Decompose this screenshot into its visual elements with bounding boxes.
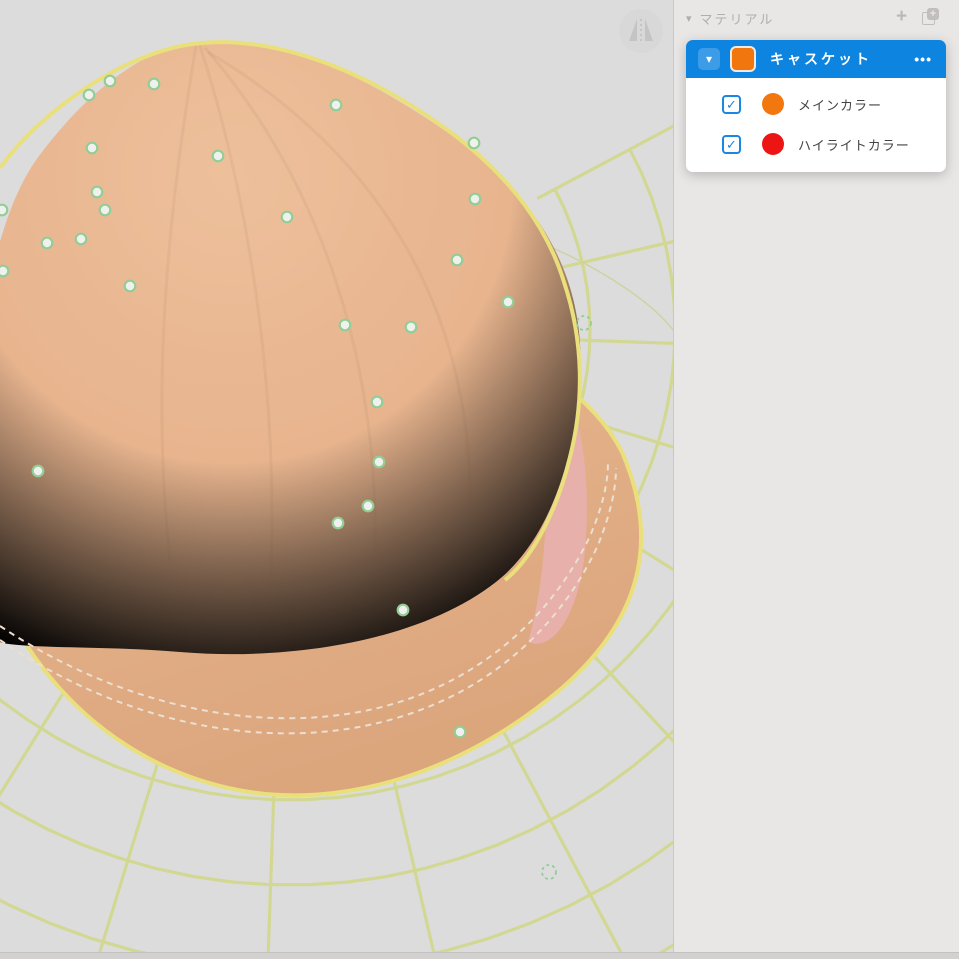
hair-control-point[interactable]: [453, 725, 467, 739]
hair-control-point[interactable]: [467, 136, 481, 150]
hair-control-point[interactable]: [123, 279, 137, 293]
material-name: キャスケット: [770, 51, 872, 67]
color-circle-swatch[interactable]: [762, 133, 784, 155]
hair-control-point[interactable]: [90, 185, 104, 199]
hair-control-point[interactable]: [85, 141, 99, 155]
material-item-popup: ▾ キャスケット ••• ✓ メインカラー ✓ ハイライトカラー: [686, 40, 946, 172]
hair-control-point[interactable]: [74, 232, 88, 246]
hair-control-point[interactable]: [361, 499, 375, 513]
material-swatch[interactable]: [730, 46, 756, 72]
hair-control-point[interactable]: [450, 253, 464, 267]
hair-control-point[interactable]: [329, 98, 343, 112]
chevron-down-icon[interactable]: ▾: [698, 48, 720, 70]
hair-control-point[interactable]: [0, 264, 10, 278]
hair-control-point[interactable]: [468, 192, 482, 206]
hair-control-point[interactable]: [211, 149, 225, 163]
hair-control-point[interactable]: [370, 395, 384, 409]
hair-control-point[interactable]: [82, 88, 96, 102]
mirror-symmetry-icon[interactable]: [619, 9, 663, 53]
duplicate-material-icon[interactable]: +: [922, 8, 939, 25]
duplicate-front-square: +: [927, 8, 939, 20]
color-layer-row[interactable]: ✓ ハイライトカラー: [686, 124, 946, 164]
hair-control-point[interactable]: [338, 318, 352, 332]
material-item-selected[interactable]: ▾ キャスケット •••: [686, 40, 946, 78]
panel-title: マテリアル: [699, 11, 775, 27]
hair-control-point[interactable]: [331, 516, 345, 530]
color-layer-row[interactable]: ✓ メインカラー: [686, 84, 946, 124]
color-layer-label: ハイライトカラー: [798, 137, 910, 153]
material-section-header[interactable]: ▾ マテリアル: [686, 8, 774, 28]
material-color-list: ✓ メインカラー ✓ ハイライトカラー: [686, 78, 946, 172]
cap-crown[interactable]: [0, 41, 581, 655]
more-options-icon[interactable]: •••: [914, 51, 932, 67]
hair-control-point[interactable]: [147, 77, 161, 91]
add-material-icon[interactable]: +: [896, 6, 907, 28]
hair-control-point[interactable]: [501, 295, 515, 309]
hair-control-point[interactable]: [280, 210, 294, 224]
grid-line: [569, 338, 673, 345]
color-layer-label: メインカラー: [798, 97, 883, 113]
hair-control-point[interactable]: [396, 603, 410, 617]
hair-control-point[interactable]: [31, 464, 45, 478]
hair-control-point[interactable]: [404, 320, 418, 334]
app-window: ▾ マテリアル + + アウトラインカラー › シェーダーカラー テクスチャを編…: [0, 0, 959, 959]
color-circle-swatch[interactable]: [762, 93, 784, 115]
hair-control-point[interactable]: [0, 203, 9, 217]
visibility-checkbox[interactable]: ✓: [722, 134, 741, 154]
hair-control-point[interactable]: [103, 74, 117, 88]
hair-control-point[interactable]: [98, 203, 112, 217]
visibility-checkbox[interactable]: ✓: [722, 94, 741, 114]
hair-control-point[interactable]: [40, 236, 54, 250]
hair-control-point[interactable]: [372, 455, 386, 469]
hair-control-point-empty[interactable]: [541, 864, 557, 880]
chevron-down-icon[interactable]: ▾: [686, 12, 692, 25]
3d-viewport[interactable]: [0, 0, 673, 953]
window-bottom-edge: [0, 952, 959, 959]
